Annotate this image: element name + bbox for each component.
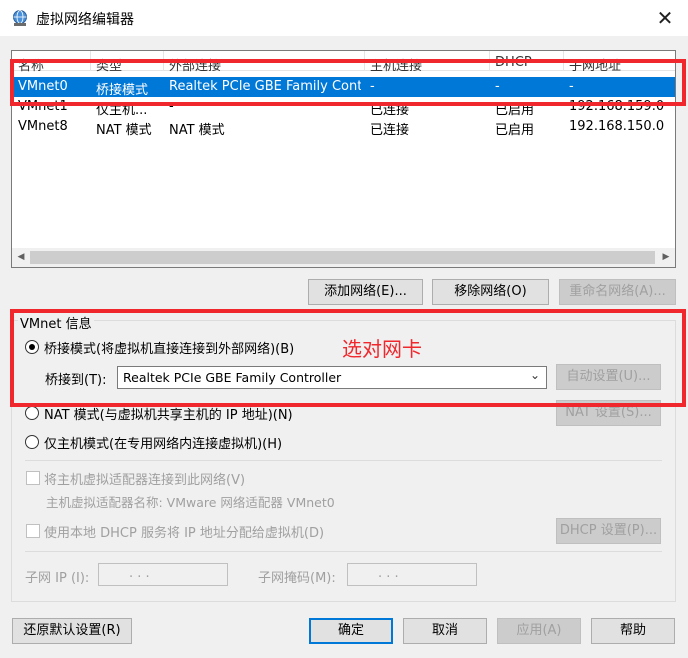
annotation-box-list-row xyxy=(10,59,686,106)
scroll-right-icon[interactable]: ▶ xyxy=(657,248,675,267)
connect-adapter-checkbox[interactable] xyxy=(26,471,40,485)
help-button[interactable]: 帮助 xyxy=(591,618,675,644)
annotation-text: 选对网卡 xyxy=(342,337,422,361)
ok-button[interactable]: 确定 xyxy=(309,618,393,644)
add-network-button[interactable]: 添加网络(E)... xyxy=(308,279,423,305)
dhcp-settings-button[interactable]: DHCP 设置(P)... xyxy=(556,518,661,544)
network-globe-icon xyxy=(13,10,27,26)
connect-adapter-label[interactable]: 将主机虚拟适配器连接到此网络(V) xyxy=(44,469,245,488)
scroll-left-icon[interactable]: ◀ xyxy=(12,248,30,267)
cancel-button[interactable]: 取消 xyxy=(403,618,487,644)
window-title: 虚拟网络编辑器 xyxy=(36,12,134,28)
scrollbar-thumb[interactable] xyxy=(30,251,655,264)
host-only-radio[interactable] xyxy=(25,435,39,449)
dhcp-label[interactable]: 使用本地 DHCP 服务将 IP 地址分配给虚拟机(D) xyxy=(44,522,324,541)
horizontal-scrollbar[interactable]: ◀ ▶ xyxy=(12,248,675,267)
subnet-mask-input[interactable]: . . . xyxy=(347,563,477,586)
apply-button[interactable]: 应用(A) xyxy=(497,618,581,644)
nat-radio[interactable] xyxy=(25,406,39,420)
adapter-name-label: 主机虚拟适配器名称: VMware 网络适配器 VMnet0 xyxy=(46,495,335,510)
restore-defaults-button[interactable]: 还原默认设置(R) xyxy=(12,618,132,644)
table-row-vmnet8[interactable]: VMnet8 NAT 模式 NAT 模式 已连接 已启用 192.168.150… xyxy=(12,117,675,138)
host-only-label[interactable]: 仅主机模式(在专用网络内连接虚拟机)(H) xyxy=(44,433,282,452)
divider xyxy=(25,551,662,552)
rename-network-button[interactable]: 重命名网络(A)... xyxy=(559,279,676,305)
remove-network-button[interactable]: 移除网络(O) xyxy=(432,279,549,305)
dhcp-checkbox[interactable] xyxy=(26,524,40,538)
subnet-mask-label: 子网掩码(M): xyxy=(258,571,336,586)
close-icon[interactable]: ✕ xyxy=(650,4,680,32)
divider xyxy=(25,460,662,461)
subnet-ip-input[interactable]: . . . xyxy=(98,563,228,586)
subnet-ip-label: 子网 IP (I): xyxy=(25,571,90,586)
